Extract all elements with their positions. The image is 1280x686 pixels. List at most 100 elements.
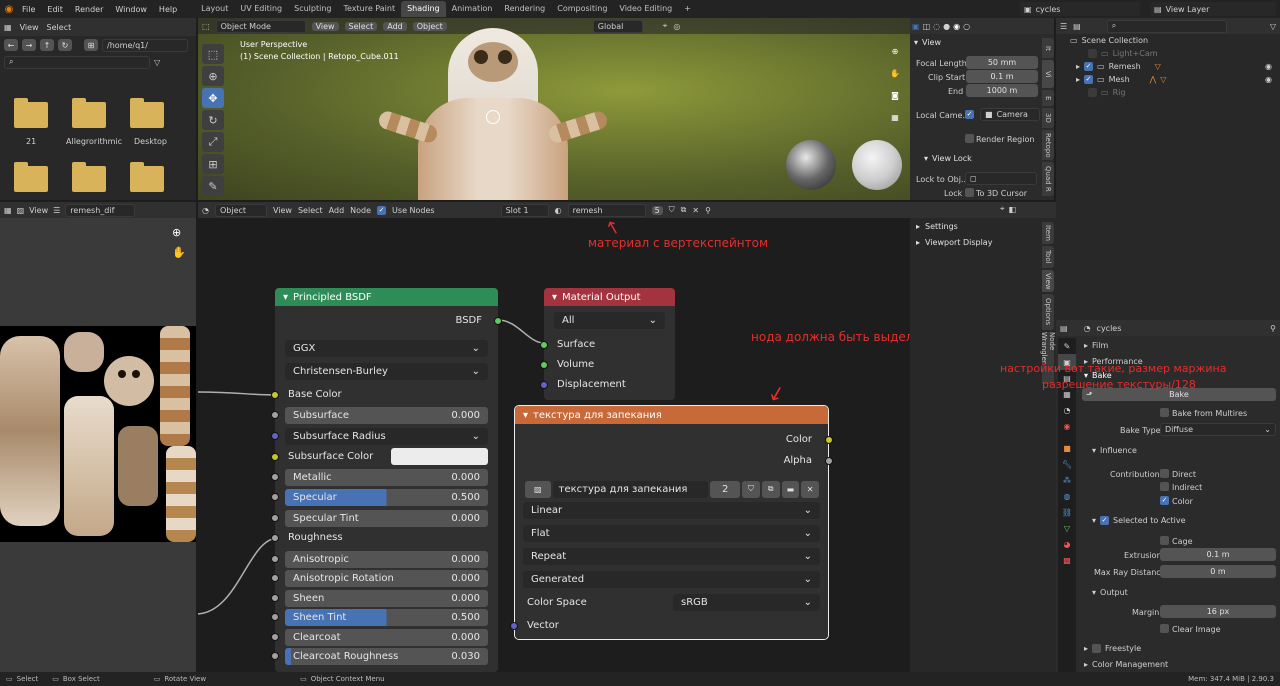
menu-file[interactable]: File [22,5,35,14]
extension-dropdown[interactable]: Repeat ⌄ [523,548,820,565]
node-tab-view[interactable]: View [1042,270,1054,292]
material-tab-icon[interactable]: ◕ [1058,536,1076,552]
image-name-field[interactable]: текстура для запекания [552,480,709,498]
metallic-socket[interactable] [271,473,279,481]
tab-layout[interactable]: Layout [195,1,234,17]
modifier-tab-icon[interactable]: 🔧︎ [1058,456,1076,472]
vp-view-menu[interactable]: View [311,21,339,31]
principled-bsdf-node[interactable]: ▾ Principled BSDF BSDF GGX ⌄ Christensen-B… [271,288,502,672]
view-layer-selector[interactable]: ▤ View Layer [1150,2,1276,16]
outliner-row[interactable]: ▭ Rig [1056,86,1280,99]
image-mode-icon[interactable]: ▨ [17,206,25,215]
texture-node-header[interactable]: ▾ текстура для запекания [515,406,828,424]
character-model[interactable] [376,28,610,200]
specular-field[interactable]: Specular 0.500 [285,489,488,506]
cursor-tool-icon[interactable]: ⊕ [202,66,224,86]
proportional-icon[interactable]: ◎ [673,22,680,31]
roughness-socket[interactable] [271,534,279,542]
back-icon[interactable]: ← [4,39,18,51]
clearcoat-socket[interactable] [271,633,279,641]
refresh-icon[interactable]: ↻ [58,39,72,51]
exclude-checkbox[interactable] [1088,88,1097,97]
viewport-3d[interactable]: ⬚ Object Mode View Select Add Object Glo… [198,18,910,200]
npanel-tab-view[interactable]: Vi [1042,60,1054,88]
clearcoat-roughness-field[interactable]: Clearcoat Roughness 0.030 [285,648,488,665]
add-workspace-button[interactable]: + [678,1,697,17]
interpolation-dropdown[interactable]: Linear ⌄ [523,502,820,519]
color-management-panel-header[interactable]: ▸ Color Management [1084,660,1168,669]
mode-dropdown[interactable]: Object Mode [215,19,306,33]
folder-icon[interactable] [14,162,48,192]
blender-logo-icon[interactable]: ◉ [0,4,18,15]
data-tab-icon[interactable]: ▽ [1058,520,1076,536]
world-tab-icon[interactable]: ◉ [1058,418,1076,434]
max-ray-distance-field[interactable]: 0 m [1160,565,1276,578]
displacement-socket[interactable] [540,381,548,389]
particles-tab-icon[interactable]: ⁂ [1058,472,1076,488]
tab-animation[interactable]: Animation [446,1,499,17]
scale-tool-icon[interactable]: ⤢ [202,132,224,152]
vp-select-menu[interactable]: Select [344,21,378,31]
npanel-tab-edit[interactable]: E [1042,90,1054,106]
metallic-field[interactable]: Metallic 0.000 [285,469,488,486]
move-tool-icon[interactable]: ✥ [202,88,224,108]
exclude-checkbox[interactable] [1088,49,1097,58]
indirect-checkbox[interactable] [1160,482,1169,491]
menu-render[interactable]: Render [75,5,103,14]
editor-type-icon[interactable]: ☰ [1060,22,1067,31]
exclude-checkbox[interactable] [1084,62,1094,71]
physics-tab-icon[interactable]: ◍ [1058,488,1076,504]
select-box-tool-icon[interactable]: ⬚ [202,44,224,64]
file-search-input[interactable]: ⌕ [4,55,150,69]
folder-icon[interactable] [14,98,48,128]
node-tab-tool[interactable]: Tool [1042,246,1054,268]
overlay-icon[interactable]: ▣ [912,22,920,31]
distribution-dropdown[interactable]: GGX ⌄ [285,340,488,357]
zoom-icon[interactable]: ⊕ [886,42,904,60]
xray-icon[interactable]: ◫ [923,22,931,31]
node-tab-options[interactable]: Options [1042,294,1054,330]
outliner-search[interactable]: ⌕ [1106,19,1227,33]
to-3d-cursor-checkbox[interactable] [965,188,974,197]
filter-icon[interactable]: ▽ [1270,22,1276,31]
scene-tab-icon[interactable]: ◔ [1058,402,1076,418]
color-output-socket[interactable] [825,436,833,444]
tab-sculpting[interactable]: Sculpting [288,1,337,17]
tab-uv-editing[interactable]: UV Editing [234,1,288,17]
pan-hand-icon[interactable]: ✋ [172,246,186,259]
base-color-socket[interactable] [271,391,279,399]
zoom-icon[interactable]: ⊕ [172,226,181,239]
grid-icon[interactable]: ▦ [886,108,904,126]
eye-icon[interactable]: ◉ [1265,75,1272,84]
menu-icon[interactable]: ☰ [53,206,60,215]
fake-user-icon[interactable]: ⛉ [742,480,760,498]
sheen-tint-socket[interactable] [271,613,279,621]
npanel-tab-quad-remesher[interactable]: Quad R [1042,162,1054,196]
pan-hand-icon[interactable]: ✋ [886,64,904,82]
subsurface-method-dropdown[interactable]: Christensen-Burley ⌄ [285,363,488,380]
ie-view-menu[interactable]: View [29,206,48,215]
bake-from-multires-checkbox[interactable] [1160,408,1169,417]
surface-socket[interactable] [540,341,548,349]
backdrop-icon[interactable]: ◧ [1009,205,1017,214]
volume-socket[interactable] [540,361,548,369]
editor-type-icon[interactable]: ▦ [4,206,12,215]
folder-icon[interactable] [72,98,106,128]
freestyle-checkbox[interactable] [1092,644,1102,653]
selected-to-active-checkbox[interactable] [1100,516,1110,525]
outliner-row[interactable]: ▸▭Remesh▽◉ [1056,60,1280,73]
texture-tab-icon[interactable]: ▩ [1058,552,1076,568]
lock-object-field[interactable]: ◻ [965,172,1037,185]
eye-icon[interactable]: ◉ [1265,62,1272,71]
margin-field[interactable]: 16 px [1160,605,1276,618]
viewport-display-panel-header[interactable]: ▸ Viewport Display [910,234,1056,250]
menu-window[interactable]: Window [115,5,147,14]
tool-tab-icon[interactable]: ✎ [1058,338,1076,354]
menu-edit[interactable]: Edit [47,5,63,14]
bake-type-dropdown[interactable]: Diffuse ⌄ [1160,423,1276,436]
specular-tint-socket[interactable] [271,514,279,522]
node-editor[interactable]: ◔ Object View Select Add Node Use Nodes … [198,202,1056,672]
folder-icon[interactable] [130,98,164,128]
editor-type-icon[interactable]: ▦ [4,23,12,32]
color-checkbox[interactable] [1160,496,1169,505]
